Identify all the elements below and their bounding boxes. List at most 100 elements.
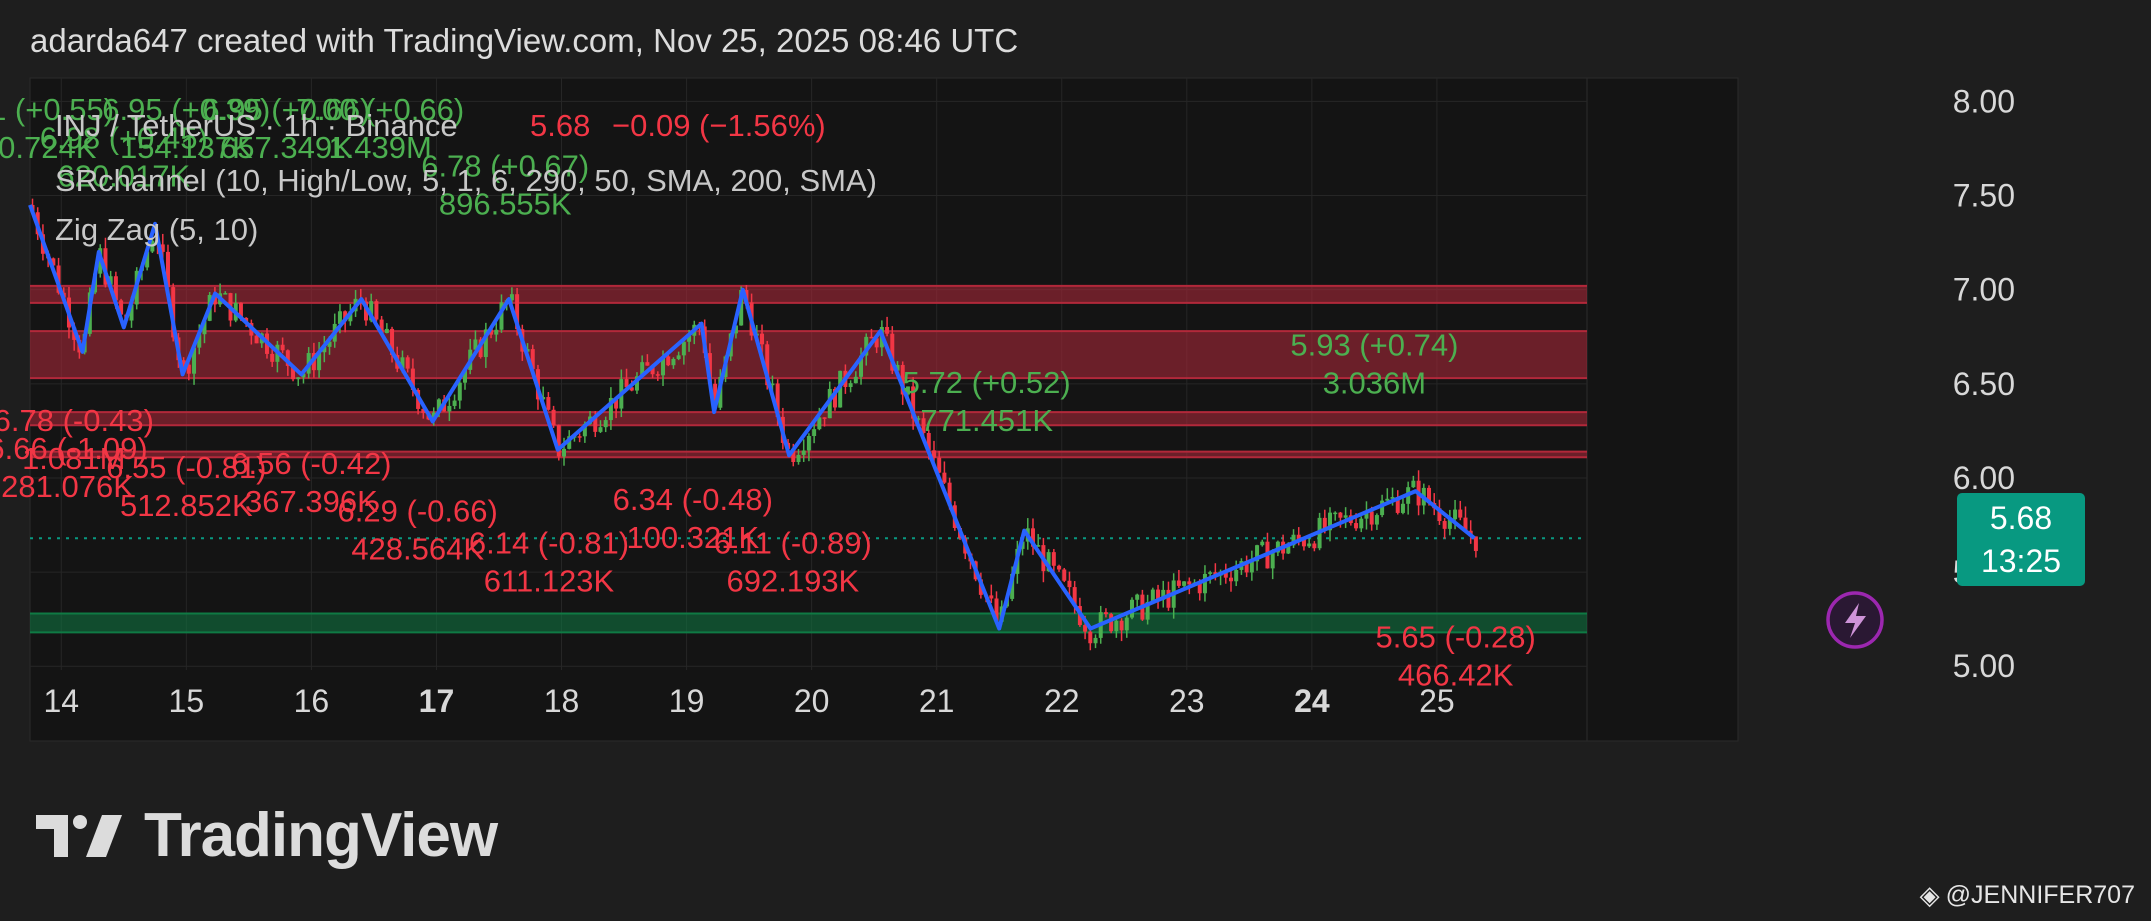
candle-up bbox=[1359, 518, 1364, 529]
alert-bolt-icon[interactable] bbox=[1826, 591, 1884, 649]
candle-up bbox=[1333, 512, 1338, 515]
x-tick-label: 21 bbox=[919, 683, 955, 719]
candle-down bbox=[760, 333, 765, 345]
candle-up bbox=[494, 329, 499, 335]
y-tick-label: 7.00 bbox=[1953, 272, 2015, 308]
pivot-high-label-volume: 3.036M bbox=[1323, 366, 1426, 401]
pivot-high-label-price: 5.72 (+0.52) bbox=[903, 365, 1071, 400]
pivot-high-label-volume: 771.451K bbox=[920, 403, 1053, 438]
bar-countdown: 13:25 bbox=[1981, 543, 2061, 579]
x-tick-label: 17 bbox=[419, 683, 455, 719]
candle-down bbox=[1442, 521, 1447, 529]
candle-down bbox=[1473, 536, 1478, 552]
candle-up bbox=[1411, 480, 1416, 488]
candle-down bbox=[405, 357, 410, 369]
candle-down bbox=[655, 374, 660, 376]
watermark-text: @JENNIFER707 bbox=[1945, 881, 2135, 909]
legend-symbol: INJ / TetherUS · 1h · Binance bbox=[55, 108, 458, 143]
pivot-low-label-volume: 692.193K bbox=[727, 563, 860, 598]
candle-down bbox=[1176, 580, 1181, 586]
candle-down bbox=[822, 417, 827, 419]
current-price-value: 5.68 bbox=[1990, 500, 2052, 536]
tradingview-logo[interactable]: TradingView bbox=[34, 800, 498, 871]
candle-down bbox=[942, 472, 947, 483]
candle-down bbox=[645, 362, 650, 366]
candle-up bbox=[676, 355, 681, 359]
x-tick-label: 25 bbox=[1419, 683, 1455, 719]
candle-down bbox=[1354, 523, 1359, 529]
candle-up bbox=[1182, 581, 1187, 586]
pivot-low-label-price: 5.65 (-0.28) bbox=[1376, 619, 1536, 654]
candle-down bbox=[280, 344, 285, 351]
candle-up bbox=[457, 382, 462, 401]
y-tick-label: 5.00 bbox=[1953, 648, 2015, 684]
x-tick-label: 23 bbox=[1169, 683, 1205, 719]
candle-down bbox=[885, 326, 890, 334]
candle-down bbox=[374, 301, 379, 320]
candle-down bbox=[546, 397, 551, 410]
candle-up bbox=[1343, 515, 1348, 518]
candle-up bbox=[447, 405, 452, 412]
candle-up bbox=[1093, 637, 1098, 644]
candle-up bbox=[1400, 503, 1405, 513]
pivot-low-label-volume: 611.123K bbox=[484, 563, 615, 598]
candle-up bbox=[1234, 569, 1239, 582]
pivot-low-label-volume: 428.564K bbox=[351, 531, 484, 566]
binance-diamond-icon: ◈ bbox=[1919, 880, 1940, 910]
candle-up bbox=[1307, 543, 1312, 547]
x-tick-label: 20 bbox=[794, 683, 830, 719]
candle-down bbox=[666, 356, 671, 366]
candle-down bbox=[1067, 580, 1072, 588]
candle-up bbox=[796, 454, 801, 462]
candle-up bbox=[1124, 617, 1129, 631]
candle-down bbox=[1369, 511, 1374, 525]
pivot-low-label-volume: 512.852K bbox=[120, 488, 253, 523]
candle-up bbox=[1202, 573, 1207, 594]
candle-up bbox=[671, 358, 676, 366]
x-tick-label: 22 bbox=[1044, 683, 1080, 719]
resistance-zone bbox=[30, 285, 1587, 303]
pivot-low-label-price: 6.56 (-0.42) bbox=[231, 446, 391, 481]
candle-up bbox=[223, 293, 228, 295]
candle-down bbox=[1228, 577, 1233, 582]
candle-down bbox=[989, 595, 994, 599]
candle-up bbox=[1114, 620, 1119, 632]
candle-up bbox=[806, 436, 811, 451]
candle-down bbox=[1119, 620, 1124, 631]
x-tick-label: 16 bbox=[294, 683, 330, 719]
candle-up bbox=[1208, 572, 1213, 574]
candle-down bbox=[1109, 614, 1114, 632]
candle-up bbox=[801, 450, 806, 455]
candle-up bbox=[1385, 498, 1390, 501]
pivot-low-label-price: 6.11 (-0.89) bbox=[714, 525, 872, 560]
resistance-zone bbox=[30, 412, 1587, 426]
candle-up bbox=[452, 400, 457, 406]
legend-srchannel: SRchannel (10, High/Low, 5, 1, 6, 290, 5… bbox=[55, 163, 877, 198]
tradingview-logo-icon bbox=[36, 814, 122, 857]
candle-down bbox=[1062, 569, 1067, 581]
candle-up bbox=[1270, 552, 1275, 569]
x-tick-label: 18 bbox=[544, 683, 580, 719]
candle-up bbox=[1453, 509, 1458, 520]
pivot-high-label-price: 5.93 (+0.74) bbox=[1290, 328, 1458, 363]
candle-down bbox=[1088, 631, 1093, 644]
x-tick-label: 19 bbox=[669, 683, 705, 719]
x-tick-label: 14 bbox=[43, 683, 79, 719]
y-tick-label: 8.00 bbox=[1953, 83, 2015, 119]
y-tick-label: 7.50 bbox=[1953, 178, 2015, 214]
support-zone bbox=[30, 613, 1587, 633]
candle-down bbox=[270, 353, 275, 362]
candle-up bbox=[681, 341, 686, 356]
candle-down bbox=[1057, 565, 1062, 570]
current-price-label: 5.68 13:25 bbox=[1957, 493, 2085, 586]
candle-up bbox=[562, 448, 567, 457]
candle-down bbox=[577, 436, 582, 438]
candle-up bbox=[848, 383, 853, 388]
price-chart[interactable]: 7.21 (+0.55)270.724K6.98 (+0.45)620.017K… bbox=[0, 0, 2151, 921]
candle-down bbox=[1338, 512, 1343, 518]
legend-price: 5.68 bbox=[530, 108, 590, 143]
candle-down bbox=[1187, 581, 1192, 585]
candle-up bbox=[1135, 594, 1140, 600]
x-tick-label: 15 bbox=[169, 683, 205, 719]
candle-down bbox=[551, 409, 556, 426]
